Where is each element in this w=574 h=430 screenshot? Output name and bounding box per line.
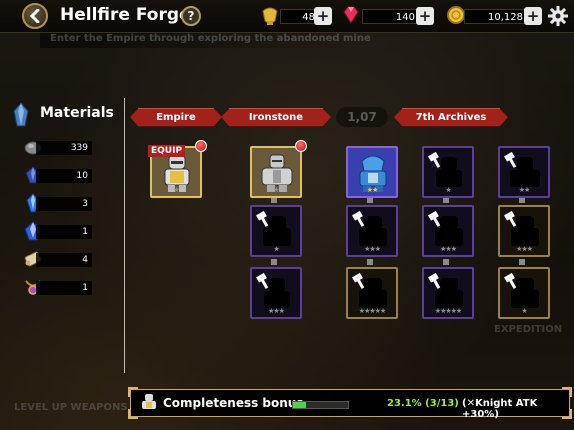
frame-corner (562, 387, 572, 397)
resource-coin: 10,128 + (446, 6, 542, 26)
star-rating: ★★★ (268, 307, 285, 315)
armor-slot-locked[interactable]: ★★★ (250, 267, 302, 319)
star-rating: ★ (273, 245, 279, 253)
hammer-icon (256, 272, 269, 289)
material-count: 4 (36, 253, 92, 267)
notification-dot (295, 140, 307, 152)
material-count: 1 (36, 225, 92, 239)
armor-slot-locked[interactable]: ★ (250, 205, 302, 257)
material-row[interactable]: 3 (22, 193, 92, 213)
coin-icon (447, 6, 465, 24)
completeness-progress-fill (293, 402, 306, 408)
star-rating: ★★★ (364, 245, 381, 253)
material-count: 10 (36, 169, 92, 183)
star-rating: ★★★★★ (358, 307, 386, 315)
star-rating: ★★★ (516, 245, 533, 253)
hammer-icon (352, 272, 365, 289)
material-row[interactable]: 339 (22, 140, 92, 156)
add-gold-pot-button[interactable]: + (314, 7, 332, 25)
hammer-icon (504, 272, 517, 289)
star-rating: ★★ (366, 186, 379, 194)
material-row[interactable]: 1 (22, 221, 92, 241)
back-button[interactable] (22, 3, 48, 29)
star-rating: ★ (445, 186, 451, 194)
armor-slot-locked[interactable]: ★★★ (422, 205, 474, 257)
coin-count: 10,128 (464, 9, 528, 24)
hammer-icon (504, 151, 517, 168)
frame-corner (128, 387, 138, 397)
page-title: Hellfire Forge (60, 5, 191, 25)
resource-gem: 140 + (340, 6, 434, 26)
resource-gold-pot: 48 + (258, 6, 338, 26)
completeness-bonus-text: (✕Knight ATK +30%) (462, 398, 538, 420)
equip-badge: EQUIP (148, 145, 186, 157)
armor-slot-locked[interactable]: ★★ (498, 146, 550, 198)
panel-divider (124, 98, 125, 373)
materials-crystal-icon (13, 102, 29, 127)
hammer-icon (428, 151, 441, 168)
category-empire: Empire (130, 108, 222, 127)
material-row[interactable]: 4 (22, 251, 92, 268)
material-row[interactable]: 10 (22, 166, 92, 184)
armor-slot-locked[interactable]: ★★★ (346, 205, 398, 257)
hammer-icon (352, 210, 365, 227)
completeness-percent: 23.1% (3/13) (387, 398, 459, 409)
hammer-icon (256, 210, 269, 227)
tree-connector (519, 259, 525, 265)
armor-slot-ironstone[interactable]: ★ (250, 146, 302, 198)
star-rating: ★★★ (440, 245, 457, 253)
star-rating: ★★★★★ (434, 307, 462, 315)
completeness-progress (292, 401, 349, 409)
material-count: 1 (36, 281, 92, 295)
gem-icon (343, 6, 359, 24)
gem-count: 140 (362, 9, 420, 24)
material-count: 339 (36, 141, 92, 155)
gold-pot-icon (262, 7, 278, 25)
armor-slot-locked[interactable]: ★ (498, 267, 550, 319)
armor-slot-locked[interactable]: ★★★★★ (422, 267, 474, 319)
completeness-label: Completeness bonus (163, 396, 304, 410)
star-rating: ★ (273, 186, 279, 194)
add-gem-button[interactable]: + (416, 7, 434, 25)
material-row[interactable]: 1 (22, 280, 92, 296)
top-bar: Hellfire Forge ? 48 + 140 + 10,128 + (0, 0, 574, 33)
armor-icon (142, 394, 156, 409)
hammer-icon (428, 272, 441, 289)
background-count: 1,07 (336, 107, 388, 127)
armor-slot-7th-archives[interactable]: ★★ (346, 146, 398, 198)
star-rating: ★ (173, 186, 179, 194)
star-rating: ★ (521, 307, 527, 315)
tree-connector (443, 259, 449, 265)
star-rating: ★★ (518, 186, 531, 194)
hammer-icon (428, 210, 441, 227)
armor-slot-locked[interactable]: ★★★★★ (346, 267, 398, 319)
armor-slot-locked[interactable]: ★★★ (498, 205, 550, 257)
material-count: 3 (36, 197, 92, 211)
armor-slot-locked[interactable]: ★ (422, 146, 474, 198)
help-button[interactable]: ? (181, 6, 201, 26)
frame-corner (128, 409, 138, 419)
add-coin-button[interactable]: + (524, 7, 542, 25)
category-7th-archives: 7th Archives (394, 108, 508, 127)
hammer-icon (504, 210, 517, 227)
tree-connector (271, 259, 277, 265)
materials-title: Materials (40, 105, 114, 121)
notification-dot (195, 140, 207, 152)
chevron-left-icon (29, 9, 40, 23)
tree-connector (367, 259, 373, 265)
gear-icon[interactable] (547, 5, 569, 27)
category-ironstone: Ironstone (221, 108, 331, 127)
completeness-bonus-bar[interactable]: Completeness bonus 23.1% (3/13) (✕Knight… (128, 387, 572, 420)
